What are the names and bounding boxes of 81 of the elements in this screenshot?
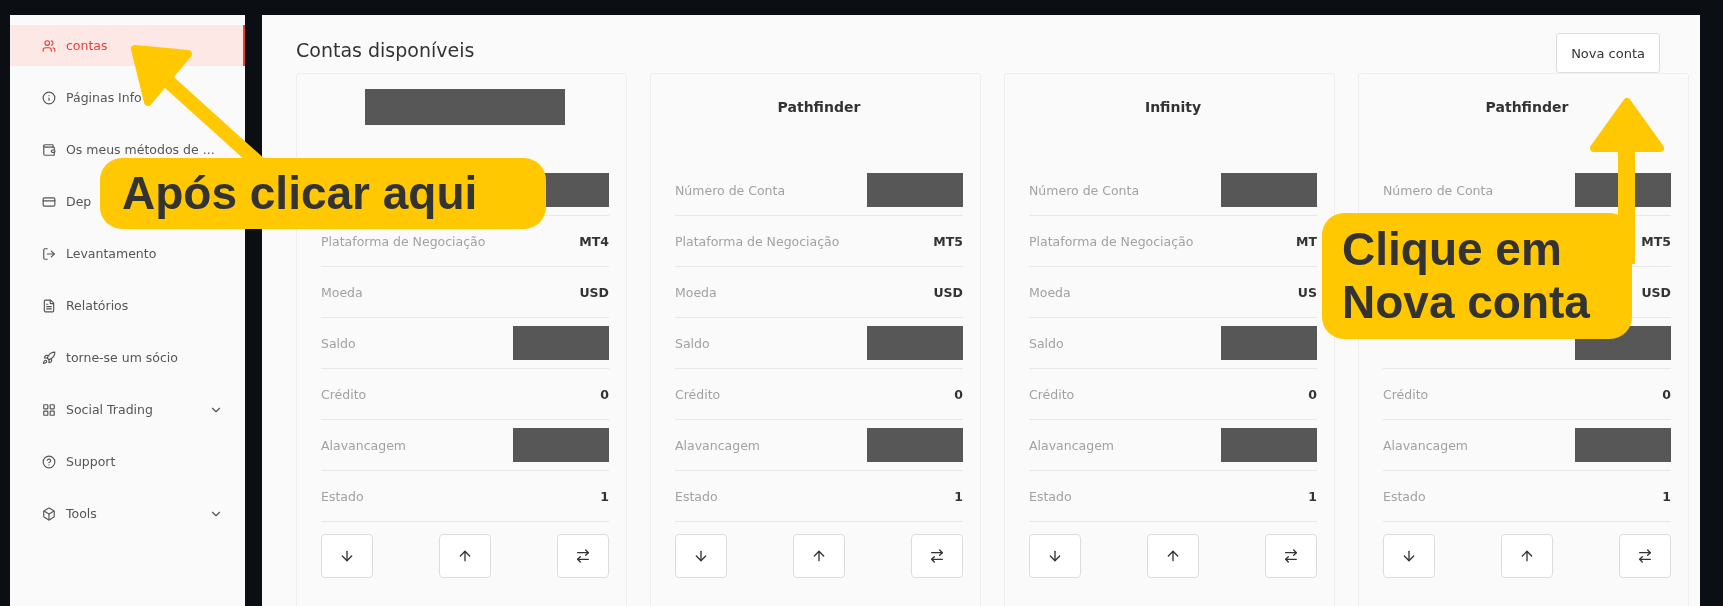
menu-icon	[42, 246, 56, 261]
field-label: Plataforma de Negociação	[321, 233, 486, 249]
field-value: 0	[1308, 386, 1317, 402]
field-value: 0	[1662, 386, 1671, 402]
field-value: USD	[933, 284, 963, 300]
field-label: Número de Conta	[675, 182, 786, 198]
menu-icon	[42, 506, 56, 521]
field-value: MT4	[579, 233, 609, 249]
field-label: Saldo	[1029, 335, 1064, 351]
field-label: Moeda	[321, 284, 363, 300]
card-title: Pathfinder	[777, 99, 861, 115]
withdraw-button[interactable]	[1501, 534, 1553, 578]
sidebar-item[interactable]: Relatórios	[10, 285, 245, 326]
field-label: Estado	[675, 488, 718, 504]
transfer-icon	[929, 548, 945, 564]
field-value: 1	[1308, 488, 1317, 504]
transfer-button[interactable]	[911, 534, 963, 578]
field-label: Crédito	[321, 386, 367, 402]
menu-icon	[42, 142, 56, 157]
callout-label: Clique em Nova conta	[1322, 213, 1632, 339]
sidebar-item[interactable]: Social Trading	[10, 389, 245, 430]
field-label: Estado	[1383, 488, 1426, 504]
field-label: Alavancagem	[675, 437, 760, 453]
menu-icon	[42, 402, 56, 417]
deposit-button[interactable]	[321, 534, 373, 578]
menu-icon	[42, 194, 56, 209]
field-value: 1	[954, 488, 963, 504]
field-value: USD	[579, 284, 609, 300]
transfer-icon	[1637, 548, 1653, 564]
card-title: Pathfinder	[1485, 99, 1569, 115]
deposit-button[interactable]	[675, 534, 727, 578]
new-account-button[interactable]: Nova conta	[1556, 33, 1660, 73]
field-value: 0	[954, 386, 963, 402]
field-label: Crédito	[1029, 386, 1075, 402]
sidebar-item[interactable]: torne-se um sócio	[10, 337, 245, 378]
field-value: 1	[1662, 488, 1671, 504]
field-label: Alavancagem	[1029, 437, 1114, 453]
transfer-button[interactable]	[557, 534, 609, 578]
transfer-icon	[1283, 548, 1299, 564]
field-value: MT5	[933, 233, 963, 249]
field-label: Número de Conta	[1383, 182, 1494, 198]
field-value: 0	[600, 386, 609, 402]
field-value: MT5	[1641, 233, 1671, 249]
field-label: Estado	[321, 488, 364, 504]
menu-icon	[42, 90, 56, 105]
sidebar-item[interactable]: Tools	[10, 493, 245, 534]
field-label: Alavancagem	[321, 437, 406, 453]
field-label: Moeda	[1029, 284, 1071, 300]
menu-icon	[42, 38, 56, 53]
transfer-button[interactable]	[1619, 534, 1671, 578]
withdraw-button[interactable]	[793, 534, 845, 578]
field-label: Crédito	[675, 386, 721, 402]
withdraw-button[interactable]	[1147, 534, 1199, 578]
withdraw-button[interactable]	[439, 534, 491, 578]
field-label: Número de Conta	[1029, 182, 1140, 198]
arrow-down-icon	[693, 548, 709, 564]
field-label: Plataforma de Negociação	[675, 233, 840, 249]
menu-icon	[42, 298, 56, 313]
field-label: Saldo	[675, 335, 710, 351]
field-label: Alavancagem	[1383, 437, 1468, 453]
field-label: Moeda	[675, 284, 717, 300]
field-label: Plataforma de Negociação	[1029, 233, 1194, 249]
sidebar-item[interactable]: Páginas Info	[10, 77, 245, 118]
field-label: Estado	[1029, 488, 1072, 504]
field-value: USD	[1641, 284, 1671, 300]
deposit-button[interactable]	[1029, 534, 1081, 578]
field-value: 1	[600, 488, 609, 504]
sidebar-item[interactable]: Levantamento	[10, 233, 245, 274]
field-label: Crédito	[1383, 386, 1429, 402]
transfer-button[interactable]	[1265, 534, 1317, 578]
menu-icon	[42, 350, 56, 365]
callout-label: Após clicar aqui	[100, 158, 546, 229]
card-title: Infinity	[1144, 99, 1202, 115]
deposit-button[interactable]	[1383, 534, 1435, 578]
field-label: Saldo	[321, 335, 356, 351]
field-value: MT	[1296, 233, 1317, 249]
page-title: Contas disponíveis	[296, 39, 475, 61]
field-value: US	[1297, 284, 1317, 300]
sidebar-item[interactable]: Support	[10, 441, 245, 482]
menu-icon	[42, 454, 56, 469]
transfer-icon	[575, 548, 591, 564]
